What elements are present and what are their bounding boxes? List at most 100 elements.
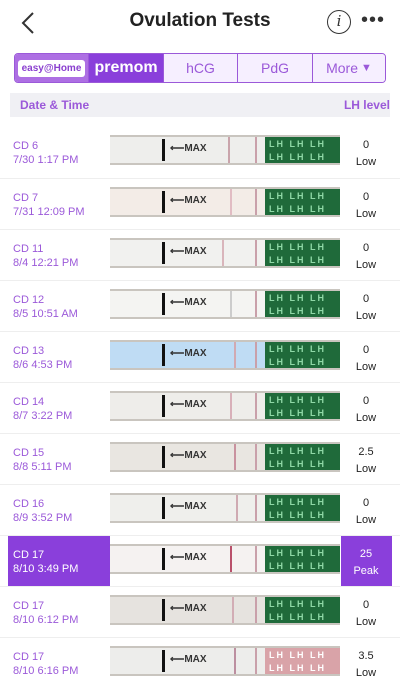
lh-value: 0 xyxy=(362,139,370,151)
test-strip-image[interactable]: ⟵MAX LH LH LH LH LH LH LH LH LH LH LH LH xyxy=(110,442,340,472)
test-row[interactable]: CD 16 8/9 3:52 PM ⟵MAX LH LH LH LH LH LH LH… xyxy=(0,484,400,535)
test-date: CD 13 8/6 4:53 PM xyxy=(13,344,72,372)
test-date: CD 14 8/7 3:22 PM xyxy=(13,395,72,423)
test-row[interactable]: CD 17 8/10 6:16 PM ⟵MAX LH LH LH LH LH LH L… xyxy=(0,637,400,688)
lh-label: Low xyxy=(355,463,377,475)
test-line xyxy=(236,495,238,521)
strip-max-label: ⟵MAX xyxy=(170,297,207,308)
tab-more[interactable]: More ▼ xyxy=(313,54,385,82)
test-datetime: 8/8 5:11 PM xyxy=(13,461,72,473)
easy-at-home-logo: easy@Home xyxy=(17,59,86,77)
strip-handle: LH LH LH LH LH LH LH LH LH LH LH LH xyxy=(265,240,340,266)
strip-max-label: ⟵MAX xyxy=(170,348,207,359)
lh-level: 0 Low xyxy=(346,137,386,171)
test-line xyxy=(230,291,232,317)
tab-hcg[interactable]: hCG xyxy=(164,54,238,82)
tab-pdg[interactable]: PdG xyxy=(238,54,313,82)
test-row[interactable]: CD 17 8/10 6:12 PM ⟵MAX LH LH LH LH LH LH L… xyxy=(0,586,400,637)
test-strip-image[interactable]: ⟵MAX LH LH LH LH LH LH LH LH LH LH LH LH xyxy=(110,646,340,676)
lh-level: 0 Low xyxy=(346,342,386,376)
test-line xyxy=(234,444,236,470)
control-line xyxy=(255,393,257,419)
test-date: CD 11 8/4 12:21 PM xyxy=(13,242,78,270)
test-list: CD 6 7/30 1:17 PM ⟵MAX LH LH LH LH LH LH LH… xyxy=(0,127,400,688)
lh-level: 0 Low xyxy=(346,597,386,631)
cycle-day: CD 7 xyxy=(13,192,39,204)
strip-max-label: ⟵MAX xyxy=(170,450,207,461)
test-line xyxy=(234,648,236,674)
test-strip-image[interactable]: ⟵MAX LH LH LH LH LH LH LH LH LH LH LH LH xyxy=(110,595,340,625)
test-date: CD 16 8/9 3:52 PM xyxy=(13,497,72,525)
lh-value: 0 xyxy=(362,395,370,407)
strip-max-label: ⟵MAX xyxy=(170,501,207,512)
cycle-day: CD 16 xyxy=(13,498,45,510)
test-row[interactable]: CD 6 7/30 1:17 PM ⟵MAX LH LH LH LH LH LH LH… xyxy=(0,127,400,178)
control-line xyxy=(255,444,257,470)
test-datetime: 8/4 12:21 PM xyxy=(13,257,79,269)
lh-label: Low xyxy=(355,514,377,526)
cycle-day: CD 15 xyxy=(13,447,45,459)
test-row[interactable]: CD 17 8/10 3:49 PM ⟵MAX LH LH LH LH LH LH L… xyxy=(0,535,400,586)
cycle-day: CD 11 xyxy=(13,243,44,255)
test-line xyxy=(230,189,232,215)
test-strip-image[interactable]: ⟵MAX LH LH LH LH LH LH LH LH LH LH LH LH xyxy=(110,493,340,523)
more-options-icon[interactable]: ••• xyxy=(360,10,386,34)
test-line xyxy=(230,546,232,572)
test-datetime: 8/5 10:51 AM xyxy=(13,308,78,320)
tab-more-label: More xyxy=(326,60,358,76)
test-datetime: 8/10 6:16 PM xyxy=(13,665,79,677)
control-line xyxy=(255,137,257,163)
control-line xyxy=(255,342,257,368)
test-row[interactable]: CD 13 8/6 4:53 PM ⟵MAX LH LH LH LH LH LH LH… xyxy=(0,331,400,382)
strip-handle: LH LH LH LH LH LH LH LH LH LH LH LH xyxy=(265,546,340,572)
strip-max-label: ⟵MAX xyxy=(170,246,207,257)
test-date: CD 17 8/10 3:49 PM xyxy=(13,548,78,576)
lh-label: Low xyxy=(355,208,377,220)
test-datetime: 8/6 4:53 PM xyxy=(13,359,73,371)
lh-level: 0 Low xyxy=(346,291,386,325)
test-row[interactable]: CD 11 8/4 12:21 PM ⟵MAX LH LH LH LH LH LH L… xyxy=(0,229,400,280)
lh-level: 2.5 Low xyxy=(346,444,386,478)
control-line xyxy=(255,597,257,623)
test-line xyxy=(234,342,236,368)
test-datetime: 7/31 12:09 PM xyxy=(13,206,85,218)
test-strip-image[interactable]: ⟵MAX LH LH LH LH LH LH LH LH LH LH LH LH xyxy=(110,289,340,319)
test-strip-image[interactable]: ⟵MAX LH LH LH LH LH LH LH LH LH LH LH LH xyxy=(110,391,340,421)
lh-value: 0 xyxy=(362,293,370,305)
tab-premom[interactable]: premom xyxy=(89,54,164,82)
lh-value: 0 xyxy=(362,344,370,356)
tab-easy-at-home[interactable]: easy@Home xyxy=(15,54,89,82)
test-date: CD 17 8/10 6:12 PM xyxy=(13,599,78,627)
lh-value: 0 xyxy=(362,599,370,611)
lh-label: Low xyxy=(355,310,377,322)
cycle-day: CD 17 xyxy=(13,651,45,663)
control-line xyxy=(255,648,257,674)
strip-max-bar xyxy=(162,446,165,468)
test-strip-image[interactable]: ⟵MAX LH LH LH LH LH LH LH LH LH LH LH LH xyxy=(110,544,340,574)
strip-max-bar xyxy=(162,650,165,672)
test-row[interactable]: CD 7 7/31 12:09 PM ⟵MAX LH LH LH LH LH LH L… xyxy=(0,178,400,229)
strip-max-bar xyxy=(162,395,165,417)
lh-value: 0 xyxy=(362,497,370,509)
strip-max-bar xyxy=(162,191,165,213)
test-strip-image[interactable]: ⟵MAX LH LH LH LH LH LH LH LH LH LH LH LH xyxy=(110,135,340,165)
test-row[interactable]: CD 15 8/8 5:11 PM ⟵MAX LH LH LH LH LH LH LH… xyxy=(0,433,400,484)
test-row[interactable]: CD 12 8/5 10:51 AM ⟵MAX LH LH LH LH LH LH L… xyxy=(0,280,400,331)
lh-level: 25 Peak xyxy=(346,546,386,580)
strip-max-bar xyxy=(162,497,165,519)
test-strip-image[interactable]: ⟵MAX LH LH LH LH LH LH LH LH LH LH LH LH xyxy=(110,238,340,268)
lh-level: 0 Low xyxy=(346,240,386,274)
strip-handle: LH LH LH LH LH LH LH LH LH LH LH LH xyxy=(265,648,340,674)
cycle-day: CD 17 xyxy=(13,600,45,612)
strip-max-label: ⟵MAX xyxy=(170,143,207,154)
info-icon[interactable]: i xyxy=(327,10,351,34)
test-strip-image[interactable]: ⟵MAX LH LH LH LH LH LH LH LH LH LH LH LH xyxy=(110,187,340,217)
lh-label: Low xyxy=(355,156,377,168)
test-line xyxy=(228,137,230,163)
lh-value: 3.5 xyxy=(358,650,374,662)
test-date: CD 17 8/10 6:16 PM xyxy=(13,650,78,678)
strip-handle: LH LH LH LH LH LH LH LH LH LH LH LH xyxy=(265,444,340,470)
control-line xyxy=(255,240,257,266)
test-strip-image[interactable]: ⟵MAX LH LH LH LH LH LH LH LH LH LH LH LH xyxy=(110,340,340,370)
test-row[interactable]: CD 14 8/7 3:22 PM ⟵MAX LH LH LH LH LH LH LH… xyxy=(0,382,400,433)
